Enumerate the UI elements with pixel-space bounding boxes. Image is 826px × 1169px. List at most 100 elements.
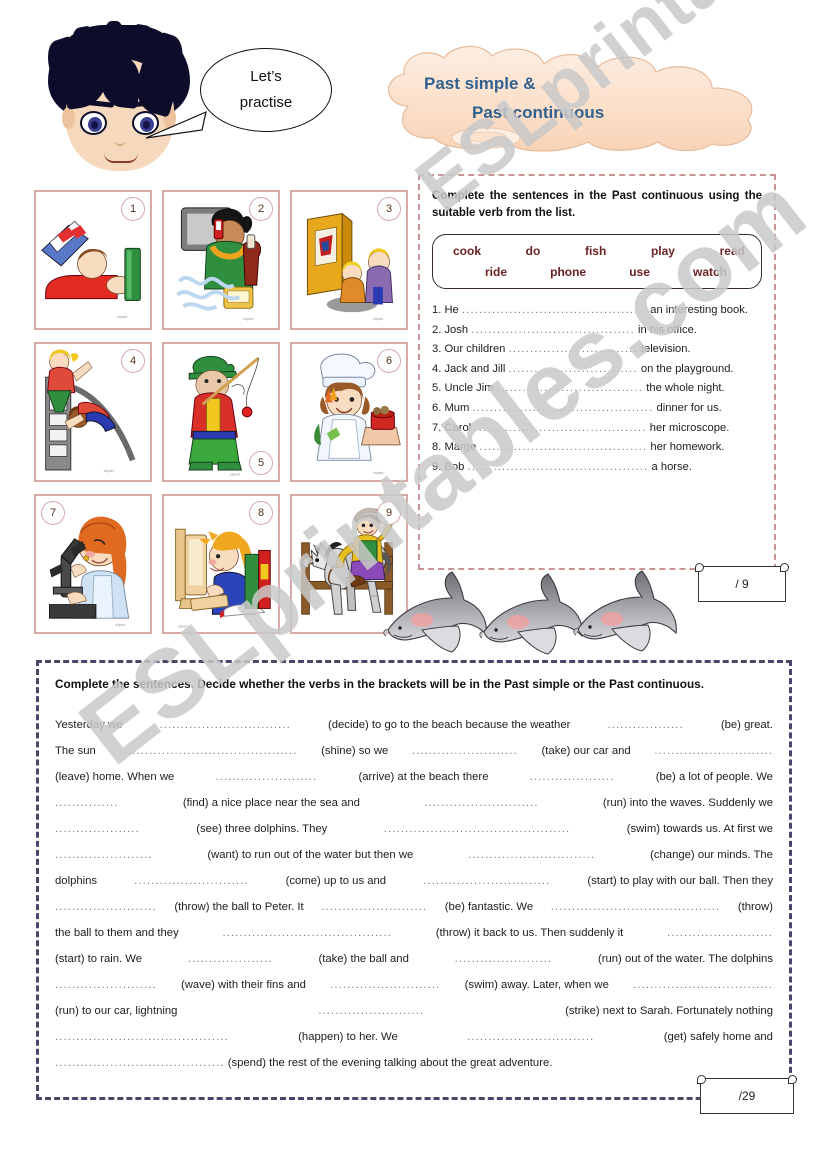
speech-bubble: Let’s practise xyxy=(200,48,332,132)
answer-blank[interactable]: .................................. xyxy=(497,379,643,399)
text-fragment: (start) to rain. We xyxy=(55,953,143,965)
text-fragment: (throw) the ball to Peter. It xyxy=(174,901,304,913)
text-fragment: (decide) to go to the beach because the … xyxy=(327,719,571,731)
sentence-number: 6. xyxy=(432,401,442,414)
answer-blank[interactable]: .................... xyxy=(530,764,615,790)
answer-blank[interactable]: .............................. xyxy=(467,1024,594,1050)
answer-blank[interactable]: .................. xyxy=(607,712,683,738)
answer-blank[interactable]: ........................... xyxy=(134,868,248,894)
text-fragment: (spend) the rest of the evening talking … xyxy=(227,1057,553,1069)
sentence-number: 2. xyxy=(432,323,442,336)
sentence-after: a horse. xyxy=(651,460,692,473)
svg-text:clipart: clipart xyxy=(369,594,380,598)
word-bank-item[interactable]: play xyxy=(651,244,675,258)
worksheet-title: Past simple & Past continuous xyxy=(368,44,776,152)
word-bank-item[interactable]: cook xyxy=(453,244,481,258)
answer-blank[interactable]: ........................................… xyxy=(55,1024,229,1050)
word-bank-item[interactable]: read xyxy=(720,244,745,258)
exercise-2-line: ........................................… xyxy=(55,1050,773,1076)
exercise-2-text: Yesterday we ...........................… xyxy=(55,712,773,1076)
exercise-2-line: ........................ (wave) with the… xyxy=(55,972,773,998)
word-bank-item[interactable]: do xyxy=(526,244,541,258)
answer-blank[interactable]: ........................................ xyxy=(551,894,721,920)
answer-blank[interactable]: ........................................… xyxy=(384,816,571,842)
sentence-before: Mum xyxy=(444,401,470,414)
exercise-2-score-box[interactable]: /29 xyxy=(697,1075,797,1114)
picture-cell-3: clipart 3 xyxy=(290,190,408,330)
word-bank-item[interactable]: phone xyxy=(550,265,586,279)
exercise-1-sentence: 1. He ..................................… xyxy=(432,301,762,321)
exercise-2-panel: Complete the sentences. Decide whether t… xyxy=(36,660,792,1100)
answer-blank[interactable]: .............................. xyxy=(509,360,638,380)
answer-blank[interactable]: ........................................… xyxy=(119,738,297,764)
picture-number-5: 5 xyxy=(249,451,273,475)
exercise-1-instruction: Complete the sentences in the Past conti… xyxy=(432,190,762,219)
sentence-before: Carol xyxy=(444,421,472,434)
exercise-1-sentence: 4. Jack and Jill .......................… xyxy=(432,360,762,380)
answer-blank[interactable]: .............................. xyxy=(468,842,595,868)
answer-blank[interactable]: ........................................ xyxy=(474,419,646,439)
sentence-after: dinner for us. xyxy=(656,401,722,414)
answer-blank[interactable]: ....................... xyxy=(55,842,153,868)
answer-blank[interactable]: .............................. xyxy=(509,340,638,360)
text-fragment: The sun xyxy=(55,745,96,757)
exercise-1-sentence: 2. Josh ................................… xyxy=(432,321,762,341)
picture-number-6: 6 xyxy=(377,349,401,373)
picture-cell-7: clipart 7 xyxy=(34,494,152,634)
answer-blank[interactable]: .......................... xyxy=(330,972,440,998)
speech-bubble-tail xyxy=(145,110,207,139)
answer-blank[interactable]: ........................................… xyxy=(462,301,647,321)
word-bank-item[interactable]: watch xyxy=(693,265,727,279)
answer-blank[interactable]: ......................... xyxy=(412,738,518,764)
text-fragment: (leave) home. When we xyxy=(55,771,175,783)
answer-blank[interactable]: ........................................… xyxy=(472,399,653,419)
sentence-number: 1. xyxy=(432,304,442,316)
answer-blank[interactable]: ................................. xyxy=(633,972,773,998)
answer-blank[interactable]: ......................... xyxy=(667,920,773,946)
speech-line-2: practise xyxy=(239,94,293,111)
sentence-after: the whole night. xyxy=(646,382,725,395)
answer-blank[interactable]: ........................ xyxy=(216,764,318,790)
sentence-before: Josh xyxy=(444,323,469,336)
answer-blank[interactable]: .................... xyxy=(55,816,140,842)
answer-blank[interactable]: .............................. xyxy=(423,868,550,894)
word-bank-item[interactable]: fish xyxy=(585,244,606,258)
answer-blank[interactable]: ............... xyxy=(55,790,119,816)
exercise-1-score-box[interactable]: / 9 xyxy=(695,563,789,602)
mouth xyxy=(104,153,138,163)
answer-blank[interactable]: ............................... xyxy=(159,712,290,738)
text-fragment: (come) up to us and xyxy=(285,875,387,887)
word-bank-item[interactable]: use xyxy=(629,265,650,279)
svg-text:clipart: clipart xyxy=(243,317,254,321)
text-fragment: (want) to run out of the water but then … xyxy=(207,849,414,861)
picture-cell-4: clipart 4 xyxy=(34,342,152,482)
picture-number-8: 8 xyxy=(249,501,273,525)
answer-blank[interactable]: ........................................ xyxy=(222,920,392,946)
sentence-after: her microscope. xyxy=(649,421,730,434)
exercise-2-score-text: /29 xyxy=(738,1089,756,1103)
text-fragment: (arrive) at the beach there xyxy=(358,771,489,783)
answer-blank[interactable]: ......................... xyxy=(318,998,424,1024)
text-fragment: (change) our minds. The xyxy=(650,849,773,861)
exercise-1-sentence: 8. Marge ...............................… xyxy=(432,438,762,458)
answer-blank[interactable]: ........................ xyxy=(55,972,157,998)
answer-blank[interactable]: ......................... xyxy=(321,894,427,920)
word-bank-item[interactable]: ride xyxy=(485,265,507,279)
text-fragment: (run) to our car, lightning xyxy=(55,1005,178,1017)
answer-blank[interactable]: ...................................... xyxy=(471,321,635,341)
answer-blank[interactable]: ........................ xyxy=(55,894,157,920)
answer-blank[interactable]: ........................... xyxy=(424,790,538,816)
answer-blank[interactable]: ....................................... xyxy=(479,438,647,458)
text-fragment: (happen) to her. We xyxy=(298,1031,398,1043)
exercise-2-line: ........................ (throw) the bal… xyxy=(55,894,773,920)
answer-blank[interactable]: ............................ xyxy=(654,738,773,764)
answer-blank[interactable]: ....................... xyxy=(455,946,553,972)
picture-number-1: 1 xyxy=(121,197,145,221)
answer-blank[interactable]: .................... xyxy=(188,946,273,972)
answer-blank[interactable]: ........................................ xyxy=(55,1050,225,1076)
svg-text:clipart: clipart xyxy=(230,473,241,477)
picture-number-2: 2 xyxy=(249,197,273,221)
answer-blank[interactable]: ........................................… xyxy=(467,458,648,478)
text-fragment: (take) the ball and xyxy=(318,953,409,965)
text-fragment: dolphins xyxy=(55,875,98,887)
